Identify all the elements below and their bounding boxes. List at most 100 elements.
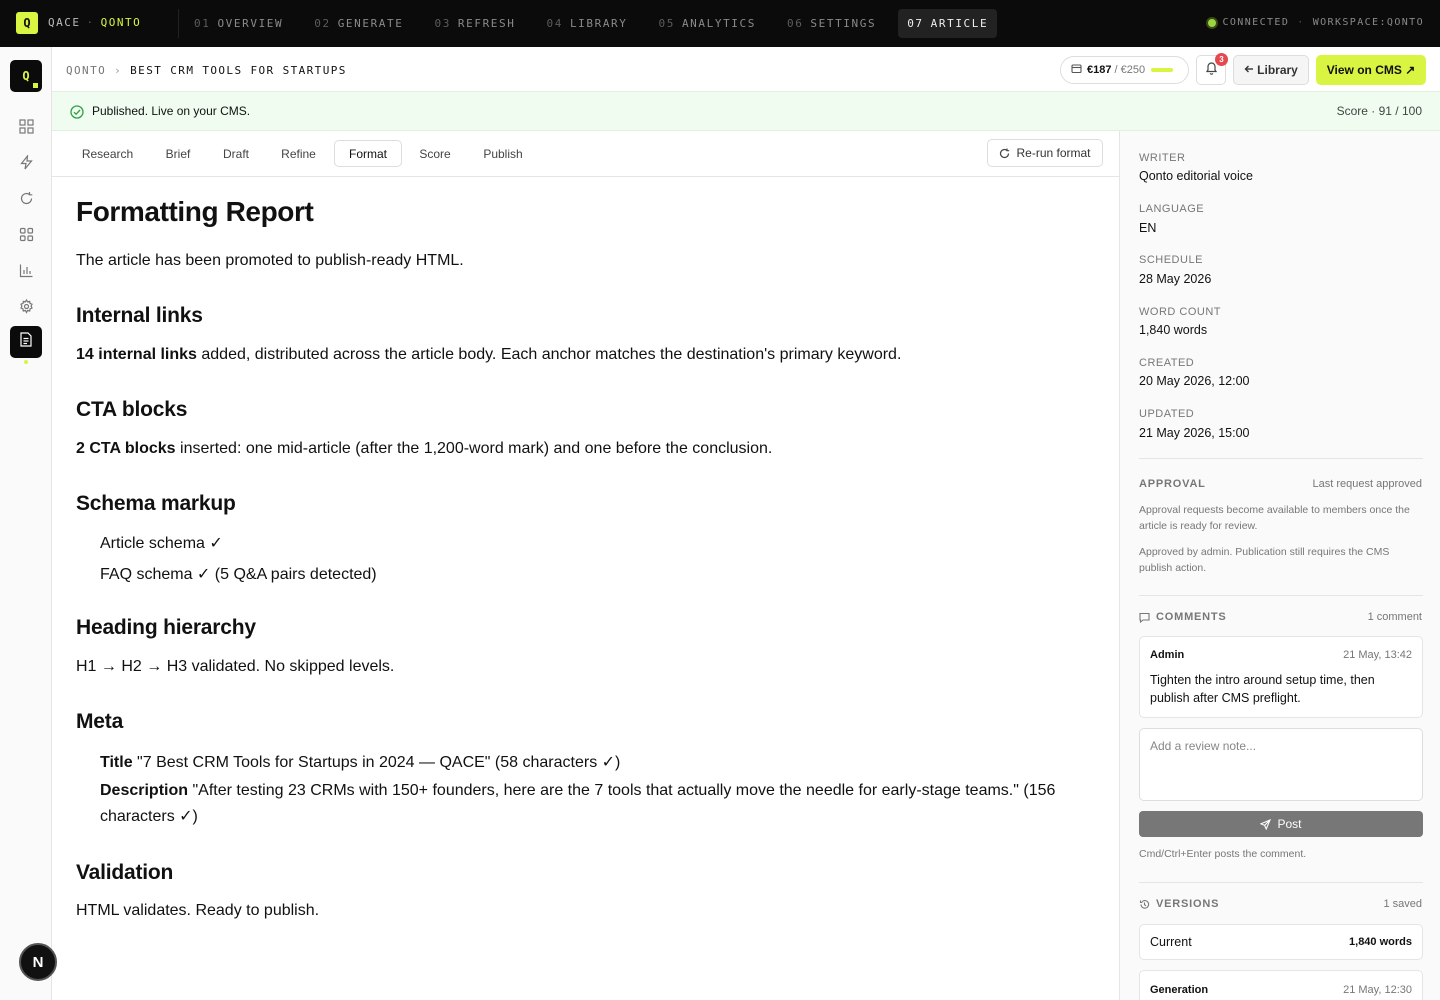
post-comment-button[interactable]: Post bbox=[1139, 811, 1423, 837]
app-logo[interactable]: Q bbox=[16, 12, 38, 34]
heading-hierarchy: Heading hierarchy bbox=[76, 616, 256, 639]
nav-refresh[interactable]: 03 REFRESH bbox=[425, 9, 524, 38]
version-meta: 21 May, 12:30 bbox=[1343, 984, 1412, 996]
status-dot-icon bbox=[1208, 18, 1217, 27]
version-label: Generation bbox=[1150, 984, 1209, 996]
budget-used: €187 bbox=[1087, 64, 1112, 76]
nav-analytics[interactable]: 05 ANALYTICS bbox=[650, 9, 765, 38]
nav-number: 04 bbox=[546, 17, 563, 30]
tab-format[interactable]: Format bbox=[334, 140, 402, 167]
status-separator: · bbox=[1297, 17, 1305, 28]
meta-description-value: "After testing 23 CRMs with 150+ founder… bbox=[100, 782, 1056, 825]
cta-blocks-count: 2 CTA blocks bbox=[76, 440, 176, 457]
created-value: 20 May 2026, 12:00 bbox=[1139, 374, 1250, 388]
updated-value: 21 May 2026, 15:00 bbox=[1139, 426, 1250, 440]
nav-generate[interactable]: 02 GENERATE bbox=[305, 9, 412, 38]
version-label: Current bbox=[1150, 935, 1192, 949]
language-value: EN bbox=[1139, 221, 1157, 235]
breadcrumb-root[interactable]: QONTO bbox=[66, 64, 106, 77]
send-icon bbox=[1260, 818, 1272, 830]
rerun-label: Re-run format bbox=[1016, 146, 1091, 160]
bolt-icon[interactable] bbox=[16, 152, 36, 172]
wordcount-value: 1,840 words bbox=[1139, 323, 1208, 337]
comment-body: Tighten the intro around setup time, the… bbox=[1150, 673, 1375, 705]
meta-description-label: Description bbox=[100, 782, 189, 799]
notifications-button[interactable]: 3 bbox=[1196, 53, 1228, 85]
status-text: CONNECTED bbox=[1222, 17, 1290, 28]
connection-status: CONNECTED · WORKSPACE:QONTO bbox=[1208, 17, 1424, 28]
nav-label: REFRESH bbox=[457, 17, 516, 30]
tab-draft[interactable]: Draft bbox=[212, 140, 260, 167]
workspace-name[interactable]: QONTO bbox=[101, 16, 142, 29]
user-avatar[interactable]: N bbox=[19, 943, 57, 981]
meta-description-item: Description "After testing 23 CRMs with … bbox=[100, 778, 1090, 830]
meta-title-label: Title bbox=[100, 754, 133, 771]
nav-number: 06 bbox=[786, 17, 804, 30]
arrow-left-icon bbox=[1244, 63, 1254, 77]
left-rail: Q N bbox=[0, 47, 57, 1000]
view-on-cms-button[interactable]: View on CMS ↗ bbox=[1316, 55, 1426, 85]
post-label: Post bbox=[1277, 817, 1302, 831]
workflow-tabs: Research Brief Draft Refine Format Score… bbox=[52, 131, 1119, 177]
hierarchy-text: H1 → H2 → H3 validated. No skipped level… bbox=[76, 658, 395, 675]
internal-links-text: 14 internal links added, distributed acr… bbox=[76, 346, 901, 364]
chart-icon[interactable] bbox=[16, 260, 36, 280]
versions-count: 1 saved bbox=[1383, 898, 1422, 910]
library-button[interactable]: Library bbox=[1233, 55, 1309, 85]
meta-title-item: Title "7 Best CRM Tools for Startups in … bbox=[100, 752, 620, 772]
approval-note: Approval requests become available to me… bbox=[1139, 504, 1410, 532]
post-hint: Cmd/Ctrl+Enter posts the comment. bbox=[1139, 848, 1307, 860]
nav-library[interactable]: 04 LIBRARY bbox=[537, 9, 636, 38]
budget-pill[interactable]: €187 / €250 bbox=[1060, 56, 1189, 84]
comments-label: COMMENTS bbox=[1156, 611, 1227, 623]
library-label: Library bbox=[1257, 63, 1298, 77]
nav-label: SETTINGS bbox=[810, 17, 877, 30]
tab-research[interactable]: Research bbox=[70, 140, 145, 167]
schedule-label: SCHEDULE bbox=[1139, 254, 1203, 266]
cta-blocks-detail: inserted: one mid-article (after the 1,2… bbox=[175, 440, 773, 457]
schedule-value: 28 May 2026 bbox=[1139, 272, 1212, 286]
top-bar: Q QACE · QONTO 01 OVERVIEW 02 GENERATE 03 REF… bbox=[0, 0, 1440, 47]
grid-icon[interactable] bbox=[16, 116, 36, 136]
apps-icon[interactable] bbox=[16, 224, 36, 244]
approval-title: APPROVAL bbox=[1139, 478, 1206, 490]
publish-status-banner: Published. Live on your CMS. Score · 91 … bbox=[52, 91, 1440, 131]
nav-number: 01 bbox=[194, 17, 211, 30]
check-circle-icon bbox=[70, 105, 84, 124]
breadcrumb-current: BEST CRM TOOLS FOR STARTUPS bbox=[130, 64, 347, 77]
nav-settings[interactable]: 06 SETTINGS bbox=[778, 9, 885, 38]
rerun-format-button[interactable]: Re-run format bbox=[987, 139, 1103, 167]
refresh-icon[interactable] bbox=[16, 188, 36, 208]
comments-count: 1 comment bbox=[1367, 611, 1422, 623]
writer-label: WRITER bbox=[1139, 152, 1186, 164]
comments-title: COMMENTS bbox=[1139, 611, 1227, 623]
document-icon bbox=[19, 332, 33, 352]
report-intro: The article has been promoted to publish… bbox=[76, 252, 464, 269]
tab-publish[interactable]: Publish bbox=[472, 140, 534, 167]
rail-logo-button[interactable]: Q bbox=[10, 60, 42, 92]
tab-brief[interactable]: Brief bbox=[154, 140, 202, 167]
brand-name: QACE bbox=[48, 16, 81, 29]
review-note-input[interactable] bbox=[1139, 728, 1423, 801]
rail-article-button[interactable] bbox=[10, 326, 42, 364]
list-item: Article schema ✓ bbox=[100, 535, 223, 552]
status-message: Published. Live on your CMS. bbox=[92, 104, 251, 118]
gear-icon[interactable] bbox=[16, 296, 36, 316]
updated-label: UPDATED bbox=[1139, 408, 1195, 420]
created-label: CREATED bbox=[1139, 357, 1195, 369]
nav-overview[interactable]: 01 OVERVIEW bbox=[185, 9, 292, 38]
notification-badge: 3 bbox=[1215, 53, 1228, 66]
cta-blocks-text: 2 CTA blocks inserted: one mid-article (… bbox=[76, 440, 772, 458]
approval-status: Last request approved bbox=[1312, 478, 1422, 490]
version-row-current[interactable]: Current 1,840 words bbox=[1139, 924, 1423, 960]
version-row-generation[interactable]: Generation 21 May, 12:30 bbox=[1139, 970, 1423, 1000]
refresh-icon bbox=[1000, 148, 1010, 158]
nav-number: 02 bbox=[314, 17, 331, 30]
tab-score[interactable]: Score bbox=[410, 140, 460, 167]
wordcount-label: WORD COUNT bbox=[1139, 306, 1221, 318]
nav-number: 03 bbox=[434, 17, 451, 30]
logo-corner-mark bbox=[33, 83, 38, 88]
tab-refine[interactable]: Refine bbox=[270, 140, 327, 167]
history-icon bbox=[1139, 899, 1150, 909]
nav-article[interactable]: 07 ARTICLE bbox=[898, 9, 998, 38]
